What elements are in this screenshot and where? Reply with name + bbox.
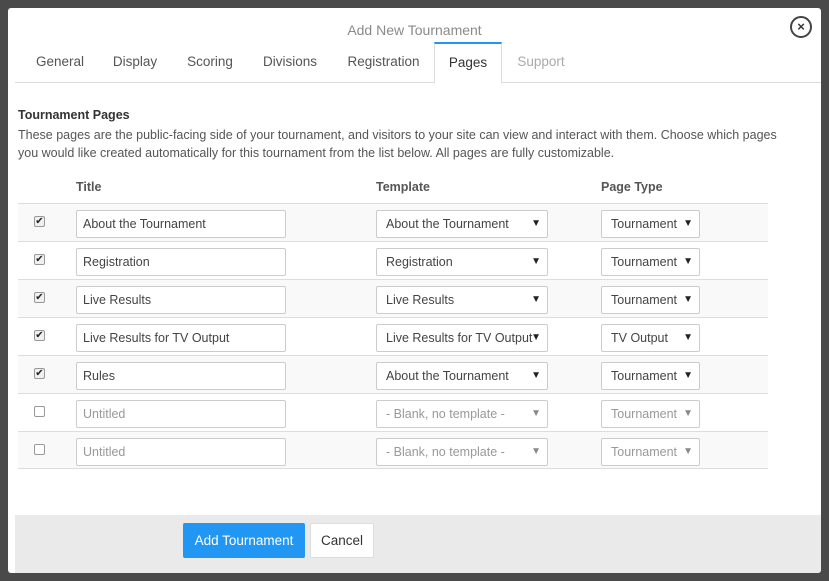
page-type-select[interactable]: Tournament ▼ (601, 286, 700, 314)
page-type-select[interactable]: Tournament ▼ (601, 438, 700, 466)
page-enabled-checkbox[interactable]: ✔ (34, 368, 45, 379)
tab-scoring[interactable]: Scoring (173, 42, 247, 83)
page-type-select-value: Tournament (611, 445, 678, 459)
page-title-input[interactable]: Live Results (76, 286, 286, 314)
caret-down-icon: ▼ (531, 294, 541, 305)
section-description: These pages are the public-facing side o… (18, 128, 777, 160)
caret-down-icon: ▼ (683, 256, 693, 267)
pages-panel: Tournament Pages These pages are the pub… (18, 108, 818, 469)
page-type-select[interactable]: Tournament ▼ (601, 248, 700, 276)
tab-bar: General Display Scoring Divisions Regist… (15, 42, 821, 84)
page-enabled-checkbox[interactable]: ✔ (34, 254, 45, 265)
page-enabled-checkbox[interactable] (34, 444, 45, 455)
column-header-template: Template (376, 180, 430, 194)
page-type-select[interactable]: TV Output ▼ (601, 324, 700, 352)
template-select-value: - Blank, no template - (386, 407, 505, 421)
table-row: ✔ Live Results Live Results ▼ Tournament ▼ (18, 279, 768, 317)
cancel-button[interactable]: Cancel (310, 523, 374, 558)
page-type-select-value: Tournament (611, 293, 678, 307)
page-enabled-checkbox[interactable] (34, 406, 45, 417)
caret-down-icon: ▼ (683, 446, 693, 457)
page-type-select[interactable]: Tournament ▼ (601, 362, 700, 390)
add-tournament-button[interactable]: Add Tournament (183, 523, 305, 558)
caret-down-icon: ▼ (531, 332, 541, 343)
table-row: ✔ Rules About the Tournament ▼ Tournament… (18, 355, 768, 393)
template-select-value: About the Tournament (386, 369, 509, 383)
modal-title: Add New Tournament (347, 22, 482, 38)
tab-divisions[interactable]: Divisions (247, 42, 333, 83)
caret-down-icon: ▼ (683, 408, 693, 419)
page-title-input[interactable]: About the Tournament (76, 210, 286, 238)
caret-down-icon: ▼ (683, 294, 693, 305)
pages-table: ✔ About the Tournament About the Tournam… (18, 203, 768, 469)
page-enabled-checkbox[interactable]: ✔ (34, 292, 45, 303)
template-select[interactable]: About the Tournament ▼ (376, 362, 548, 390)
add-tournament-modal: Add New Tournament × General Display Sco… (8, 8, 821, 573)
page-title-input[interactable]: Live Results for TV Output (76, 324, 286, 352)
page-title-input[interactable]: Rules (76, 362, 286, 390)
page-title-input[interactable]: Registration (76, 248, 286, 276)
page-enabled-checkbox[interactable]: ✔ (34, 330, 45, 341)
tab-pages[interactable]: Pages (434, 42, 502, 84)
caret-down-icon: ▼ (531, 408, 541, 419)
table-row: Untitled - Blank, no template - ▼ Tournam… (18, 393, 768, 431)
section-title: Tournament Pages (18, 108, 130, 122)
modal-footer: Add Tournament Cancel (15, 515, 821, 573)
table-row: ✔ Live Results for TV Output Live Result… (18, 317, 768, 355)
caret-down-icon: ▼ (683, 370, 693, 381)
template-select[interactable]: - Blank, no template - ▼ (376, 400, 548, 428)
check-icon: ✔ (35, 368, 44, 379)
tab-general[interactable]: General (23, 42, 97, 83)
template-select-value: Live Results for TV Output (386, 331, 533, 345)
caret-down-icon: ▼ (531, 256, 541, 267)
page-type-select-value: Tournament (611, 255, 678, 269)
template-select[interactable]: Registration ▼ (376, 248, 548, 276)
page-type-select-value: Tournament (611, 217, 678, 231)
check-icon: ✔ (35, 292, 44, 303)
template-select-value: Live Results (386, 293, 455, 307)
template-select-value: Registration (386, 255, 453, 269)
template-select-value: - Blank, no template - (386, 445, 505, 459)
caret-down-icon: ▼ (531, 370, 541, 381)
template-select[interactable]: Live Results ▼ (376, 286, 548, 314)
caret-down-icon: ▼ (531, 446, 541, 457)
template-select-value: About the Tournament (386, 217, 509, 231)
tab-registration[interactable]: Registration (333, 42, 434, 83)
page-type-select-value: Tournament (611, 369, 678, 383)
caret-down-icon: ▼ (683, 332, 693, 343)
tab-support: Support (517, 54, 565, 69)
check-icon: ✔ (35, 254, 44, 265)
close-icon: × (797, 19, 805, 34)
page-title-input[interactable]: Untitled (76, 438, 286, 466)
close-button[interactable]: × (790, 16, 812, 38)
caret-down-icon: ▼ (531, 218, 541, 229)
page-type-select[interactable]: Tournament ▼ (601, 400, 700, 428)
template-select[interactable]: Live Results for TV Output ▼ (376, 324, 548, 352)
page-type-select[interactable]: Tournament ▼ (601, 210, 700, 238)
check-icon: ✔ (35, 216, 44, 227)
page-enabled-checkbox[interactable]: ✔ (34, 216, 45, 227)
page-type-select-value: Tournament (611, 407, 678, 421)
check-icon: ✔ (35, 330, 44, 341)
page-type-select-value: TV Output (611, 331, 668, 345)
page-title-input[interactable]: Untitled (76, 400, 286, 428)
table-row: ✔ Registration Registration ▼ Tournament ▼ (18, 241, 768, 279)
table-row: Untitled - Blank, no template - ▼ Tournam… (18, 431, 768, 469)
column-header-title: Title (76, 180, 102, 194)
tab-display[interactable]: Display (97, 42, 173, 83)
table-row: ✔ About the Tournament About the Tournam… (18, 203, 768, 241)
template-select[interactable]: - Blank, no template - ▼ (376, 438, 548, 466)
caret-down-icon: ▼ (683, 218, 693, 229)
column-header-page-type: Page Type (601, 180, 663, 194)
template-select[interactable]: About the Tournament ▼ (376, 210, 548, 238)
